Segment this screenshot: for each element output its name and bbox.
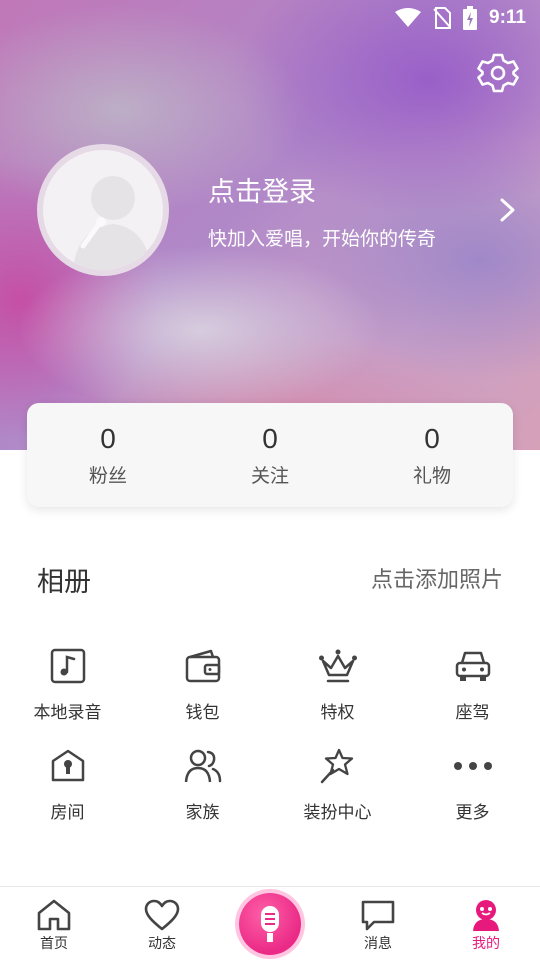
grid-item-dressup-center[interactable]: 装扮中心 xyxy=(270,746,405,846)
grid-item-label: 本地录音 xyxy=(33,703,102,723)
default-avatar-singer-icon xyxy=(73,176,151,270)
chat-icon xyxy=(361,900,395,931)
nav-mine[interactable]: 我的 xyxy=(432,887,540,961)
chevron-right-icon[interactable] xyxy=(496,196,520,224)
stats-card: 0 粉丝 0 关注 0 礼物 xyxy=(27,403,513,507)
home-icon xyxy=(37,899,71,931)
grid-item-more[interactable]: 更多 xyxy=(405,746,540,846)
status-time: 9:11 xyxy=(489,7,526,28)
settings-button[interactable] xyxy=(475,50,521,96)
add-photo-link[interactable]: 点击添加照片 xyxy=(371,562,503,594)
nav-label: 消息 xyxy=(364,936,392,952)
sing-button[interactable] xyxy=(239,893,301,955)
grid-item-privilege[interactable]: 特权 xyxy=(270,646,405,746)
nav-home[interactable]: 首页 xyxy=(0,887,108,961)
grid-item-family[interactable]: 家族 xyxy=(135,746,270,846)
crown-icon xyxy=(318,646,358,686)
album-title: 相册 xyxy=(37,567,91,598)
heart-icon xyxy=(144,899,180,931)
stat-value: 0 xyxy=(424,422,440,454)
stat-value: 0 xyxy=(262,422,278,454)
star-wand-icon xyxy=(318,746,358,786)
grid-item-label: 座驾 xyxy=(455,703,490,723)
house-icon xyxy=(48,746,88,786)
grid-item-label: 房间 xyxy=(50,803,85,823)
profile-icon xyxy=(473,900,499,931)
stat-value: 0 xyxy=(100,422,116,454)
family-icon xyxy=(183,746,223,786)
gear-icon xyxy=(477,53,519,93)
feature-grid: 本地录音 钱包 特权 座驾 房间 家族 装扮中心 更多 xyxy=(0,646,540,846)
wallet-icon xyxy=(183,646,223,686)
nav-feed[interactable]: 动态 xyxy=(108,887,216,961)
login-title[interactable]: 点击登录 xyxy=(208,170,316,209)
stat-gifts[interactable]: 0 礼物 xyxy=(351,403,513,507)
microphone-icon xyxy=(261,906,279,942)
no-sim-icon xyxy=(433,7,452,29)
music-note-icon xyxy=(48,646,88,686)
avatar[interactable] xyxy=(37,144,169,276)
stat-following[interactable]: 0 关注 xyxy=(189,403,351,507)
battery-charging-icon xyxy=(463,6,478,30)
more-dots-icon xyxy=(453,746,493,786)
nav-label: 动态 xyxy=(148,936,176,952)
nav-label: 我的 xyxy=(472,936,500,952)
grid-item-label: 更多 xyxy=(455,803,490,823)
status-bar: 9:11 xyxy=(0,0,540,36)
grid-item-local-recording[interactable]: 本地录音 xyxy=(0,646,135,746)
wifi-icon xyxy=(395,8,422,27)
login-subtitle: 快加入爱唱，开始你的传奇 xyxy=(208,228,437,250)
grid-item-wallet[interactable]: 钱包 xyxy=(135,646,270,746)
stat-label: 礼物 xyxy=(412,464,451,487)
stat-fans[interactable]: 0 粉丝 xyxy=(27,403,189,507)
stat-label: 关注 xyxy=(250,464,289,487)
grid-item-vehicle[interactable]: 座驾 xyxy=(405,646,540,746)
nav-messages[interactable]: 消息 xyxy=(324,887,432,961)
grid-item-room[interactable]: 房间 xyxy=(0,746,135,846)
grid-item-label: 装扮中心 xyxy=(303,803,372,823)
stat-label: 粉丝 xyxy=(88,464,127,487)
nav-label: 首页 xyxy=(40,936,68,952)
car-icon xyxy=(453,646,493,686)
grid-item-label: 特权 xyxy=(320,703,355,723)
grid-item-label: 家族 xyxy=(185,803,220,823)
grid-item-label: 钱包 xyxy=(185,703,220,723)
